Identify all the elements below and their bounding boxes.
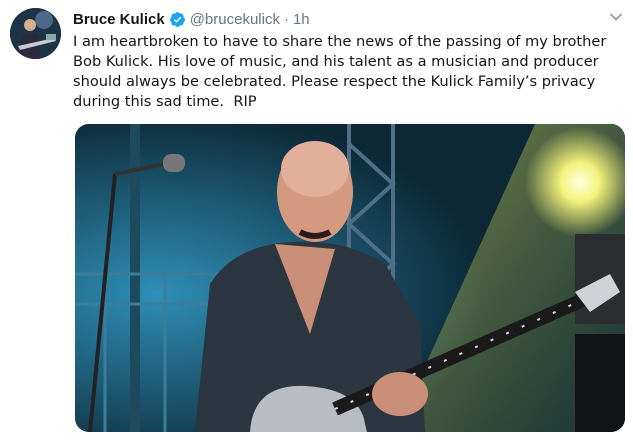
verified-badge-icon <box>169 11 186 28</box>
tweet-text: I am heartbroken to have to share the ne… <box>73 33 607 110</box>
chevron-down-icon[interactable] <box>609 10 623 24</box>
tweet[interactable]: Bruce Kulick @brucekulick · 1h I am hear… <box>0 0 633 440</box>
tweet-timestamp[interactable]: 1h <box>293 11 310 28</box>
separator-dot: · <box>283 10 289 28</box>
tweet-photo[interactable] <box>75 124 625 432</box>
author-handle[interactable]: @brucekulick <box>190 11 280 28</box>
author-avatar[interactable] <box>10 8 61 59</box>
tweet-header: Bruce Kulick @brucekulick · 1h <box>73 8 310 30</box>
guitarist-avatar-icon <box>10 8 61 59</box>
display-name[interactable]: Bruce Kulick <box>73 11 165 28</box>
guitarist-on-stage-photo <box>75 124 625 432</box>
